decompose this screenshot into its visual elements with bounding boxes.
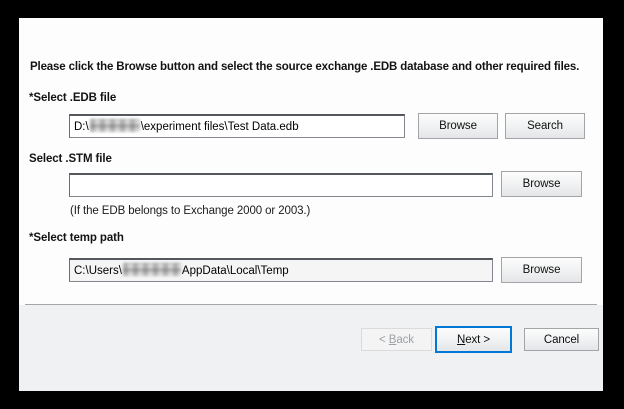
edb-path-censored-blur bbox=[89, 119, 140, 132]
instruction-text: Please click the Browse button and selec… bbox=[30, 61, 580, 73]
cancel-button[interactable]: Cancel bbox=[524, 328, 599, 351]
stm-file-label: Select .STM file bbox=[29, 153, 112, 165]
temp-path-input[interactable]: C:\Users\ AppData\Local\Temp bbox=[69, 258, 493, 282]
wizard-dialog: Please click the Browse button and selec… bbox=[19, 18, 603, 391]
screenshot-root: Please click the Browse button and selec… bbox=[0, 0, 624, 409]
stm-hint-text: (If the EDB belongs to Exchange 2000 or … bbox=[70, 205, 311, 217]
temp-browse-button[interactable]: Browse bbox=[501, 257, 582, 283]
edb-file-input[interactable]: D:\ \experiment files\Test Data.edb bbox=[69, 114, 405, 138]
next-label-rest: ext > bbox=[465, 333, 490, 346]
next-button[interactable]: Next > bbox=[435, 326, 512, 353]
edb-file-label: *Select .EDB file bbox=[29, 92, 117, 104]
edb-path-suffix: \experiment files\Test Data.edb bbox=[140, 121, 299, 133]
edb-browse-button[interactable]: Browse bbox=[418, 113, 498, 139]
temp-path-prefix: C:\Users\ bbox=[74, 265, 122, 277]
back-label-rest: ack bbox=[396, 333, 414, 346]
edb-path-prefix: D:\ bbox=[74, 121, 89, 133]
temp-path-suffix: AppData\Local\Temp bbox=[181, 265, 289, 277]
footer-button-bar: < Back Next > Cancel bbox=[19, 305, 603, 391]
back-button: < Back bbox=[361, 328, 432, 351]
temp-path-censored-blur bbox=[122, 263, 181, 276]
stm-browse-button[interactable]: Browse bbox=[501, 171, 582, 197]
temp-path-label: *Select temp path bbox=[29, 232, 124, 244]
next-label-mnemonic: N bbox=[457, 333, 466, 346]
back-label-prefix: < bbox=[379, 333, 389, 346]
edb-search-button[interactable]: Search bbox=[505, 113, 585, 139]
stm-file-input[interactable] bbox=[69, 173, 493, 197]
